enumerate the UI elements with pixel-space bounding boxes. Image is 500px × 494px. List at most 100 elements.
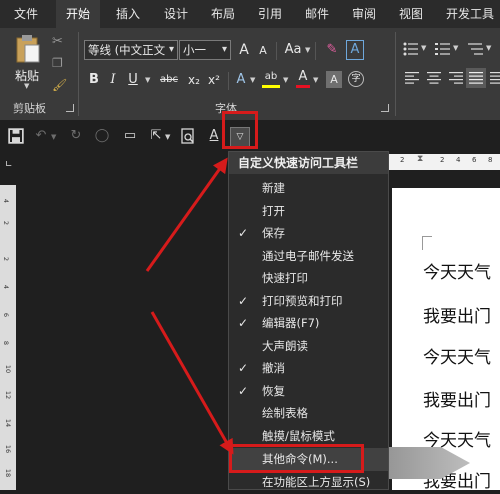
font-name-combo[interactable]: 等线 (中文正文 ▾ [84,40,178,60]
ruler-number: 6 [2,312,11,318]
paste-dropdown-icon[interactable]: ▼ [24,82,29,90]
shrink-font-button[interactable]: A [256,41,270,61]
tab-developer[interactable]: 开发工具 [440,0,500,28]
font-launcher-icon[interactable] [381,104,389,112]
copy-icon[interactable]: ❐ [52,56,63,70]
strikethrough-button[interactable]: abc [158,70,180,90]
document-text-line[interactable]: 我要出门 [423,302,491,327]
character-shading-button[interactable]: A [326,71,342,88]
group-divider [78,32,79,116]
divider [276,42,277,60]
tab-design[interactable]: 设计 [154,0,198,28]
tab-selector-icon[interactable]: ∟ [5,160,13,170]
clear-formatting-button[interactable]: ✎ [322,40,342,60]
format-painter-icon[interactable]: 🖌 [52,78,67,92]
tab-mailings[interactable]: 邮件 [295,0,339,28]
menu-item-redo[interactable]: ✓ 恢复 [229,380,388,403]
menu-item-editor[interactable]: ✓ 编辑器(F7) [229,312,388,335]
ruler-number: 2 [440,156,445,164]
grow-font-button[interactable]: A [236,40,252,60]
font-size-value: 小一 [183,43,206,57]
document-text-line[interactable]: 我要出门 [423,386,491,411]
undo-icon[interactable]: ↶ [33,128,49,144]
tab-home[interactable]: 开始 [56,0,100,28]
multilevel-list-button[interactable]: ▼ [468,42,496,58]
menu-item-quick-print[interactable]: 快速打印 [229,267,388,290]
subscript-button[interactable]: x₂ [186,70,202,90]
clipboard-launcher-icon[interactable] [66,104,74,112]
draw-table-icon[interactable]: ◯ [94,128,110,144]
check-icon: ✓ [238,226,249,240]
menu-item-new[interactable]: 新建 [229,177,388,200]
font-color-button[interactable]: A [296,68,310,88]
tab-file[interactable]: 文件 [6,0,46,28]
font-color-icon[interactable]: A [206,128,222,144]
menu-item-label: 打开 [262,203,285,218]
chevron-down-icon: ▾ [168,44,174,55]
tab-insert[interactable]: 插入 [106,0,150,28]
chevron-down-icon[interactable]: ▼ [145,76,150,84]
menu-item-label: 在功能区上方显示(S) [262,475,371,489]
horizontal-ruler[interactable]: 2 ⧗ 2 4 6 8 [384,154,500,170]
chevron-down-icon[interactable]: ▼ [453,44,458,52]
clipboard-group-label: 剪贴板 [13,102,46,115]
highlight-button[interactable]: ab [262,68,280,88]
text-effects-button[interactable]: A [234,70,248,90]
tab-layout[interactable]: 布局 [201,0,245,28]
align-center-icon[interactable] [427,72,441,84]
save-icon[interactable] [8,128,24,144]
menu-item-read-aloud[interactable]: 大声朗读 [229,335,388,358]
menu-item-save[interactable]: ✓ 保存 [229,222,388,245]
numbering-button[interactable]: ▼ [435,42,458,58]
chevron-down-icon[interactable]: ▼ [250,76,255,84]
redo-icon[interactable]: ↻ [68,128,84,144]
font-size-combo[interactable]: 小一 ▾ [179,40,231,60]
print-preview-icon[interactable] [180,128,196,144]
tab-view[interactable]: 视图 [389,0,433,28]
character-border-button[interactable]: A [346,40,364,60]
chevron-down-icon[interactable]: ▼ [305,46,310,54]
document-text-line[interactable]: 今天天气 [423,343,491,368]
ruler-number: 18 [4,468,13,478]
cut-icon[interactable]: ✂ [52,34,63,49]
underline-button[interactable]: U [126,70,140,90]
menu-item-email[interactable]: 通过电子邮件发送 [229,245,388,268]
menu-item-open[interactable]: 打开 [229,200,388,223]
indent-marker-icon[interactable]: ⧗ [417,154,423,164]
chevron-down-icon[interactable]: ▼ [283,76,288,84]
bullets-button[interactable]: ▼ [403,42,426,58]
superscript-button[interactable]: x² [206,70,222,90]
chevron-down-icon[interactable]: ▼ [165,133,170,141]
tab-references[interactable]: 引用 [248,0,292,28]
align-left-icon[interactable] [405,72,419,84]
bullet-list-icon [403,42,418,56]
distributed-icon[interactable] [490,72,500,84]
check-icon: ✓ [238,293,249,308]
chevron-down-icon[interactable]: ▼ [51,133,56,141]
menu-item-show-above-ribbon[interactable]: 在功能区上方显示(S) [229,471,388,494]
menu-item-undo[interactable]: ✓ 撤消 [229,357,388,380]
enclose-characters-button[interactable]: 字 [348,71,364,87]
italic-button[interactable]: I [106,70,120,90]
new-document-icon[interactable]: ▭ [122,128,138,144]
chevron-down-icon[interactable]: ▼ [421,44,426,52]
document-text-line[interactable]: 今天天气 [423,258,491,283]
more-commands-highlight-box [229,444,364,473]
change-case-button[interactable]: Aa [282,40,304,60]
menu-item-print-preview[interactable]: ✓ 打印预览和打印 [229,290,388,313]
menu-item-draw-table[interactable]: 绘制表格 [229,402,388,425]
chevron-down-icon[interactable]: ▼ [486,44,491,52]
bold-button[interactable]: B [86,70,102,90]
tab-review[interactable]: 审阅 [342,0,386,28]
justify-button[interactable] [466,68,486,88]
vertical-ruler[interactable]: 4 2 2 4 6 8 10 12 14 16 18 [0,185,16,490]
justify-icon [469,72,483,84]
ruler-number: 16 [4,444,13,454]
align-right-icon[interactable] [449,72,463,84]
chevron-down-icon[interactable]: ▼ [313,76,318,84]
paste-button[interactable]: 粘贴 ▼ [10,34,46,90]
margin-corner-mark [422,236,423,250]
touch-mouse-mode-icon[interactable]: ⇱ [148,128,164,144]
customize-qat-menu: 自定义快速访问工具栏 新建 打开 ✓ 保存 通过电子邮件发送 快速打印 ✓ 打印预览… [228,151,389,490]
menu-item-label: 通过电子邮件发送 [262,248,354,263]
